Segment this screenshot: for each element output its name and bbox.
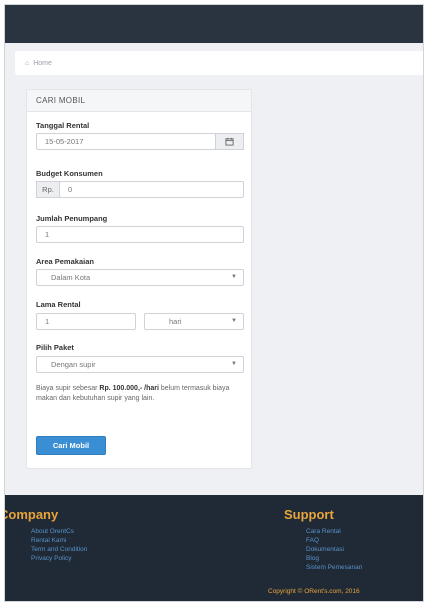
- driver-fee-note: Biaya supir sebesar Rp. 100.000,- /hari …: [36, 384, 244, 404]
- footer-link-dokumentasi[interactable]: Dokumentasi: [306, 546, 344, 553]
- panel-title: CARI MOBIL: [27, 90, 251, 112]
- budget-label: Budget Konsumen: [36, 169, 103, 178]
- calendar-icon: [225, 137, 234, 146]
- chevron-down-icon: ▼: [231, 274, 237, 280]
- footer-link-blog[interactable]: Blog: [306, 555, 319, 562]
- breadcrumb-home-link[interactable]: Home: [33, 60, 52, 67]
- jumlah-penumpang-label: Jumlah Penumpang: [36, 214, 108, 223]
- lama-rental-unit-value: hari: [169, 317, 182, 326]
- pilih-paket-label: Pilih Paket: [36, 343, 74, 352]
- lama-rental-input[interactable]: 1: [36, 313, 136, 330]
- budget-prefix: Rp.: [36, 181, 60, 198]
- pilih-paket-select[interactable]: Dengan supir ▼: [36, 356, 244, 373]
- pilih-paket-value: Dengan supir: [51, 360, 96, 369]
- home-icon[interactable]: ⌂: [25, 60, 29, 67]
- chevron-down-icon: ▼: [231, 318, 237, 324]
- jumlah-penumpang-input[interactable]: 1: [36, 226, 244, 243]
- cari-mobil-button[interactable]: Cari Mobil: [36, 436, 106, 455]
- footer-link-about[interactable]: About OrentCs: [31, 528, 74, 535]
- footer: Company About OrentCs Rental Kami Term a…: [4, 495, 423, 601]
- footer-link-sistem-pemesanan[interactable]: Sistem Pemesanan: [306, 564, 362, 571]
- note-prefix: Biaya supir sebesar: [36, 385, 100, 392]
- area-pemakaian-value: Dalam Kota: [51, 273, 91, 282]
- search-panel: CARI MOBIL Tanggal Rental 15-05-2017 Bud…: [26, 89, 252, 469]
- chevron-down-icon: ▼: [231, 361, 237, 367]
- tanggal-rental-label: Tanggal Rental: [36, 121, 90, 130]
- app-window: ⌂ Home CARI MOBIL Tanggal Rental 15-05-2…: [4, 4, 424, 602]
- footer-company-title: Company: [4, 507, 59, 522]
- tanggal-rental-input[interactable]: 15-05-2017: [36, 133, 216, 150]
- footer-link-terms[interactable]: Term and Condition: [31, 546, 87, 553]
- footer-link-privacy[interactable]: Privacy Policy: [31, 555, 71, 562]
- footer-link-faq[interactable]: FAQ: [306, 537, 319, 544]
- budget-input[interactable]: 0: [59, 181, 244, 198]
- top-navbar: [5, 5, 423, 43]
- footer-support-title: Support: [284, 507, 334, 522]
- calendar-button[interactable]: [215, 133, 244, 150]
- area-pemakaian-label: Area Pemakaian: [36, 257, 94, 266]
- copyright-text: Copyright © ORent's.com, 2016: [268, 588, 360, 595]
- lama-rental-unit-select[interactable]: hari ▼: [144, 313, 244, 330]
- footer-link-cara-rental[interactable]: Cara Rental: [306, 528, 341, 535]
- area-pemakaian-select[interactable]: Dalam Kota ▼: [36, 269, 244, 286]
- breadcrumb: ⌂ Home: [15, 51, 423, 75]
- lama-rental-label: Lama Rental: [36, 300, 81, 309]
- footer-link-rental[interactable]: Rental Kami: [31, 537, 66, 544]
- note-price: Rp. 100.000,- /hari: [99, 385, 159, 392]
